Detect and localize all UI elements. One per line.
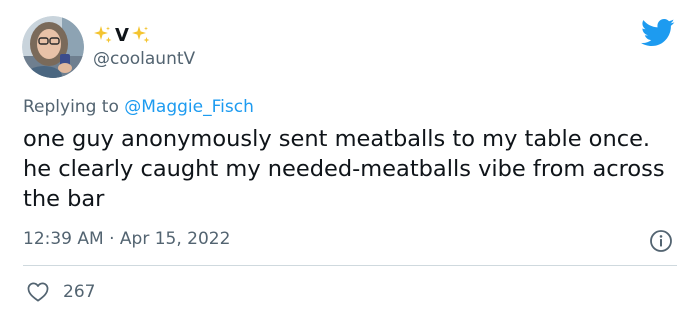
- heart-outline-icon[interactable]: [27, 282, 49, 302]
- display-name[interactable]: V: [93, 24, 151, 46]
- tweet-text: one guy anonymously sent meatballs to my…: [23, 126, 665, 212]
- avatar-photo: [22, 16, 84, 78]
- reply-mention-link[interactable]: @Maggie_Fisch: [124, 97, 254, 117]
- info-glyph: [650, 230, 672, 252]
- sparkles-icon: [131, 26, 150, 43]
- info-icon[interactable]: [649, 229, 673, 253]
- reply-prefix: Replying to: [23, 97, 119, 117]
- divider: [23, 265, 677, 266]
- user-handle[interactable]: @coolauntV: [93, 49, 195, 69]
- heart-glyph: [27, 282, 49, 302]
- sparkles-icon: [94, 26, 112, 43]
- avatar[interactable]: [22, 16, 84, 78]
- tweet-timestamp[interactable]: 12:39 AM · Apr 15, 2022: [23, 229, 230, 249]
- twitter-bird-icon[interactable]: [641, 18, 675, 48]
- display-name-text: V: [115, 24, 129, 46]
- reply-context: Replying to @Maggie_Fisch: [23, 97, 254, 117]
- twitter-bird-glyph: [641, 18, 675, 47]
- like-count: 267: [63, 282, 96, 302]
